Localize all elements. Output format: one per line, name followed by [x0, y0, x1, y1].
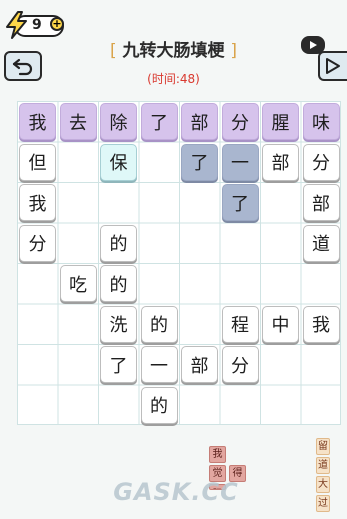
side-tag: 大 [316, 476, 330, 493]
title-text: 九转大肠填梗 [122, 41, 225, 61]
word-tile[interactable]: 中 [262, 305, 299, 343]
word-tile[interactable]: 去 [59, 103, 97, 140]
word-tile[interactable]: 味 [302, 103, 340, 140]
word-tile[interactable]: 的 [140, 386, 178, 424]
word-tile[interactable]: 保 [100, 143, 137, 181]
title-left-bracket: [ [109, 41, 117, 61]
word-tile[interactable]: 腥 [262, 103, 299, 140]
next-button[interactable] [318, 51, 347, 81]
play-icon [326, 58, 340, 74]
word-tile[interactable]: 洗 [100, 305, 137, 343]
brand-watermark: GASK.CC [113, 478, 239, 506]
word-tile[interactable]: 一 [221, 143, 259, 181]
word-tile[interactable]: 道 [302, 224, 340, 262]
watermark-tile: 我 [209, 446, 226, 463]
side-tags: 留 道 大 过 [316, 438, 330, 514]
word-tile[interactable]: 的 [100, 224, 137, 262]
word-tile[interactable]: 除 [100, 103, 137, 140]
word-tile[interactable]: 分 [221, 103, 259, 140]
word-tile[interactable]: 分 [19, 224, 56, 262]
word-tile[interactable]: 分 [302, 143, 340, 181]
word-tile[interactable]: 我 [302, 305, 340, 343]
side-tag: 道 [316, 457, 330, 474]
energy-value: 9 [32, 17, 42, 33]
word-tile[interactable]: 了 [100, 346, 137, 383]
energy-counter[interactable]: 9 + [4, 11, 68, 39]
lightning-icon [6, 11, 27, 39]
page-title: [ 九转大肠填梗 ] [0, 36, 347, 61]
timer-text: (时间:48) [147, 72, 200, 86]
word-tile[interactable]: 部 [181, 103, 218, 140]
word-tile[interactable]: 分 [221, 346, 259, 383]
game-board: 我去除了部分腥味但保了一部分我了部分的道吃的洗的程中我了一部分的 [17, 101, 341, 425]
word-tile[interactable]: 部 [302, 184, 340, 221]
side-tag: 留 [316, 438, 330, 455]
add-energy-icon[interactable]: + [50, 17, 64, 31]
word-tile[interactable]: 的 [100, 265, 137, 302]
title-right-bracket: ] [230, 41, 238, 61]
word-tile[interactable]: 但 [19, 143, 56, 181]
word-tile[interactable]: 吃 [59, 265, 97, 302]
word-tile[interactable]: 了 [181, 143, 218, 181]
word-tile[interactable]: 部 [262, 143, 299, 181]
word-tile[interactable]: 的 [140, 305, 178, 343]
word-tile[interactable]: 部 [181, 346, 218, 383]
word-tile[interactable]: 一 [140, 346, 178, 383]
word-tile[interactable]: 我 [19, 103, 56, 140]
word-tile[interactable]: 我 [19, 184, 56, 221]
word-tile[interactable]: 了 [140, 103, 178, 140]
word-tile[interactable]: 了 [221, 184, 259, 221]
word-tile[interactable]: 程 [221, 305, 259, 343]
side-tag: 过 [316, 495, 330, 512]
